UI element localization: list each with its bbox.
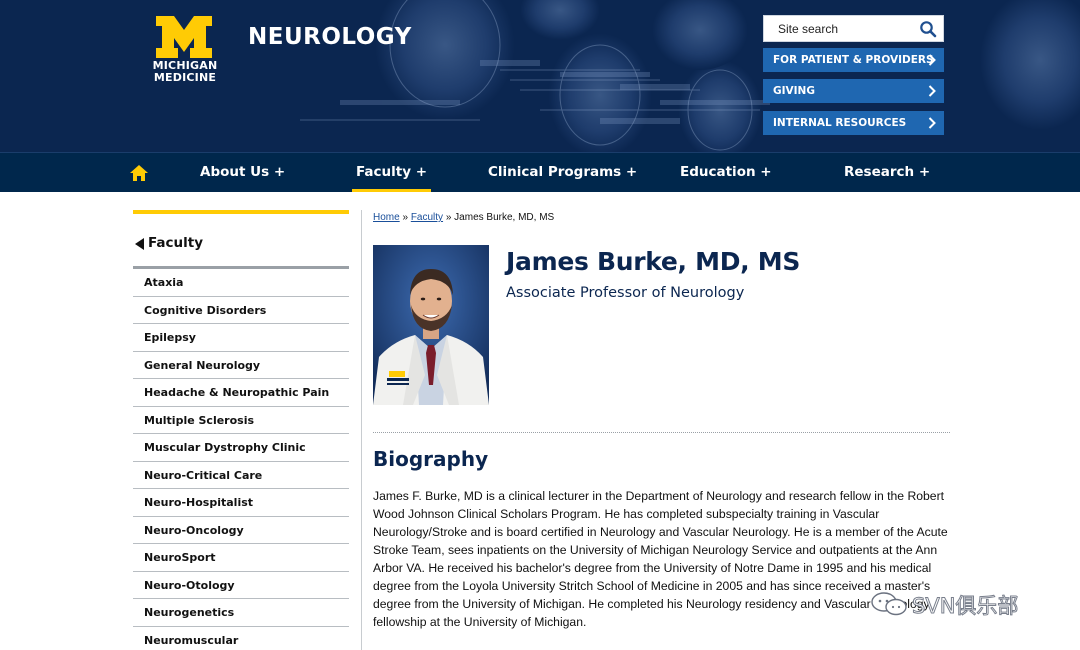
sidebar-item-neuro-otology[interactable]: Neuro-Otology [133, 572, 349, 599]
faculty-name: James Burke, MD, MS [506, 247, 801, 276]
section-divider [373, 432, 950, 433]
sidebar-item-cognitive-disorders[interactable]: Cognitive Disorders [133, 297, 349, 324]
chevron-right-icon [928, 117, 936, 129]
home-icon[interactable] [129, 164, 149, 182]
sidebar-list: Ataxia Cognitive Disorders Epilepsy Gene… [133, 269, 349, 650]
sidebar-item-neuro-hospitalist[interactable]: Neuro-Hospitalist [133, 489, 349, 517]
watermark: SVN俱乐部 [870, 590, 1050, 619]
site-search [763, 15, 944, 42]
quick-link-label: GIVING [773, 85, 815, 97]
quick-link-label: FOR PATIENT & PROVIDERS [773, 54, 934, 66]
chevron-right-icon [928, 54, 936, 66]
breadcrumb-faculty-link[interactable]: Faculty [411, 212, 443, 223]
sidebar-item-muscular-dystrophy[interactable]: Muscular Dystrophy Clinic [133, 434, 349, 462]
logo-line-medicine: MEDICINE [153, 71, 217, 84]
watermark-text: SVN俱乐部 [911, 594, 1019, 619]
main-navigation: About Us + Faculty + Clinical Programs +… [0, 152, 1080, 192]
nav-about-us[interactable]: About Us + [200, 153, 285, 192]
sidebar-item-neuro-critical-care[interactable]: Neuro-Critical Care [133, 462, 349, 489]
breadcrumb-home-link[interactable]: Home [373, 212, 400, 223]
sidebar-item-general-neurology[interactable]: General Neurology [133, 352, 349, 379]
link-giving[interactable]: GIVING [763, 79, 944, 103]
sidebar-item-neuromuscular[interactable]: Neuromuscular [133, 627, 349, 650]
block-m-icon [156, 16, 212, 58]
nav-education[interactable]: Education + [680, 153, 772, 192]
breadcrumb: Home » Faculty » James Burke, MD, MS [373, 212, 554, 223]
breadcrumb-separator: » [443, 212, 455, 223]
sidebar-accent-bar [133, 210, 349, 214]
sidebar-item-ataxia[interactable]: Ataxia [133, 269, 349, 297]
breadcrumb-current: James Burke, MD, MS [454, 212, 555, 223]
faculty-title: Associate Professor of Neurology [506, 285, 745, 301]
nav-clinical-programs[interactable]: Clinical Programs + [488, 153, 637, 192]
biography-text: James F. Burke, MD is a clinical lecture… [373, 489, 948, 629]
sidebar-item-neurogenetics[interactable]: Neurogenetics [133, 599, 349, 627]
sidebar-item-multiple-sclerosis[interactable]: Multiple Sclerosis [133, 407, 349, 434]
site-title[interactable]: NEUROLOGY [248, 24, 412, 50]
caret-left-icon [135, 238, 144, 250]
chat-bubbles-icon [871, 592, 907, 616]
michigan-medicine-logo[interactable]: MICHIGAN MEDICINE [150, 14, 220, 94]
sidebar-item-neuro-oncology[interactable]: Neuro-Oncology [133, 517, 349, 544]
search-icon[interactable] [919, 20, 937, 38]
breadcrumb-separator: » [399, 212, 411, 223]
link-internal-resources[interactable]: INTERNAL RESOURCES [763, 111, 944, 135]
sidebar-back-faculty[interactable]: Faculty [133, 232, 349, 258]
sidebar-heading: Faculty [148, 235, 204, 251]
chevron-right-icon [928, 85, 936, 97]
column-divider [361, 210, 362, 650]
link-for-patients-providers[interactable]: FOR PATIENT & PROVIDERS [763, 48, 944, 72]
profile-photo [373, 245, 489, 405]
sidebar-item-neurosport[interactable]: NeuroSport [133, 544, 349, 572]
sidebar-item-epilepsy[interactable]: Epilepsy [133, 324, 349, 352]
biography-heading: Biography [373, 447, 489, 471]
quick-link-label: INTERNAL RESOURCES [773, 117, 907, 129]
portrait-image [373, 245, 489, 405]
site-header: MICHIGAN MEDICINE NEUROLOGY FOR PATIENT … [0, 0, 1080, 152]
nav-research[interactable]: Research + [844, 153, 930, 192]
sidebar-item-headache[interactable]: Headache & Neuropathic Pain [133, 379, 349, 407]
search-input[interactable] [764, 16, 914, 41]
nav-faculty[interactable]: Faculty + [352, 153, 431, 192]
